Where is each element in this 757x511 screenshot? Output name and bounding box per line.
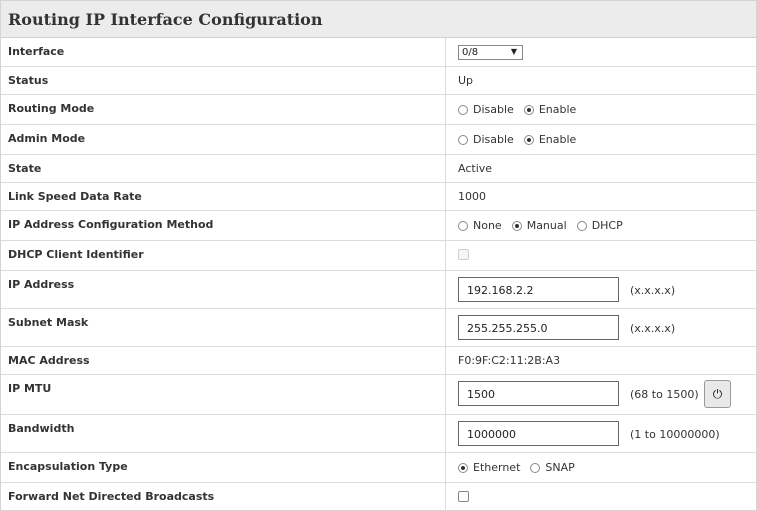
encapsulation-snap-radio[interactable]: SNAP [530,461,575,474]
radio-circle-icon[interactable] [458,134,468,145]
power-icon: ⏻ [712,386,723,401]
status-label: Status [8,74,49,87]
routing-mode-value-cell: Disable Enable [445,95,756,124]
radio-circle-icon[interactable] [458,104,468,115]
radio-label: Enable [538,133,577,146]
bandwidth-label: Bandwidth [8,422,75,435]
radio-circle-icon[interactable] [576,220,587,231]
bandwidth-value-cell: 1000000 (1 to 10000000) [445,415,756,452]
encapsulation-value-cell: Ethernet SNAP [445,453,756,482]
admin-mode-disable-radio[interactable]: Disable [458,133,514,146]
ip-mtu-value-cell: 1500 (68 to 1500) ⏻ [445,375,756,414]
row-encapsulation: Encapsulation Type Ethernet SNAP [1,453,756,483]
routing-mode-enable-radio[interactable]: Enable [523,103,577,116]
dhcp-client-id-checkbox[interactable] [458,249,469,260]
state-label: State [8,162,42,175]
admin-mode-label: Admin Mode [8,132,86,145]
link-speed-value: 1000 [458,190,486,203]
state-value-cell: Active [445,155,756,182]
radio-circle-icon[interactable] [530,462,541,473]
status-value: Up [458,74,474,87]
row-ip-method: IP Address Configuration Method None Man… [1,211,756,241]
subnet-mask-value-cell: 255.255.255.0 (x.x.x.x) [445,309,756,346]
bandwidth-hint: (1 to 10000000) [630,428,720,441]
encapsulation-label: Encapsulation Type [8,460,128,473]
ip-address-label: IP Address [8,278,75,291]
forward-broadcasts-label: Forward Net Directed Broadcasts [8,490,215,503]
ip-mtu-input-value: 1500 [467,388,495,401]
subnet-mask-label: Subnet Mask [8,316,89,329]
ip-mtu-input[interactable]: 1500 [458,381,619,406]
row-ip-address: IP Address 192.168.2.2 (x.x.x.x) [1,271,756,309]
interface-select-value: 0/8 [462,47,479,58]
radio-label: Disable [473,103,514,116]
mac-address-value-cell: F0:9F:C2:11:2B:A3 [445,347,756,374]
ip-mtu-hint: (68 to 1500) [630,388,699,401]
row-forward-broadcasts: Forward Net Directed Broadcasts [1,483,756,511]
dhcp-client-id-label: DHCP Client Identifier [8,248,144,261]
admin-mode-enable-radio[interactable]: Enable [523,133,577,146]
dhcp-client-id-value-cell [445,241,756,270]
ip-address-input[interactable]: 192.168.2.2 [458,277,619,302]
row-interface: Interface 0/8 ▼ [1,38,756,67]
radio-label: Manual [526,219,567,232]
page-header: Routing IP Interface Configuration [1,1,756,38]
radio-label: Disable [473,133,514,146]
radio-label: Ethernet [473,461,521,474]
ip-method-dhcp-radio[interactable]: DHCP [576,219,623,232]
radio-label: Enable [538,103,577,116]
link-speed-value-cell: 1000 [445,183,756,210]
row-bandwidth: Bandwidth 1000000 (1 to 10000000) [1,415,756,453]
interface-label: Interface [8,45,65,58]
routing-mode-disable-radio[interactable]: Disable [458,103,514,116]
ip-method-none-radio[interactable]: None [458,219,502,232]
ip-mtu-label: IP MTU [8,382,52,395]
interface-select[interactable]: 0/8 ▼ [458,45,523,60]
radio-selected-icon[interactable] [458,462,468,473]
link-speed-label: Link Speed Data Rate [8,190,142,203]
mac-address-value: F0:9F:C2:11:2B:A3 [458,354,561,367]
bandwidth-input-value: 1000000 [467,428,516,441]
config-panel: Routing IP Interface Configuration Inter… [0,0,757,511]
row-link-speed: Link Speed Data Rate 1000 [1,183,756,211]
subnet-mask-input-value: 255.255.255.0 [467,322,548,335]
forward-broadcasts-checkbox[interactable] [458,491,469,502]
row-mac-address: MAC Address F0:9F:C2:11:2B:A3 [1,347,756,375]
state-value: Active [458,162,493,175]
ip-method-value-cell: None Manual DHCP [445,211,756,240]
radio-label: SNAP [545,461,575,474]
routing-mode-label: Routing Mode [8,102,95,115]
mac-address-label: MAC Address [8,354,90,367]
row-ip-mtu: IP MTU 1500 (68 to 1500) ⏻ [1,375,756,415]
subnet-mask-input[interactable]: 255.255.255.0 [458,315,619,340]
radio-selected-icon[interactable] [523,134,534,145]
ip-method-manual-radio[interactable]: Manual [511,219,567,232]
row-routing-mode: Routing Mode Disable Enable [1,95,756,125]
encapsulation-ethernet-radio[interactable]: Ethernet [458,461,520,474]
row-status: Status Up [1,67,756,95]
row-subnet-mask: Subnet Mask 255.255.255.0 (x.x.x.x) [1,309,756,347]
ip-mtu-reset-button[interactable]: ⏻ [704,380,731,408]
bandwidth-input[interactable]: 1000000 [458,421,619,446]
interface-value-cell: 0/8 ▼ [445,38,756,66]
page-title: Routing IP Interface Configuration [8,9,323,29]
row-state: State Active [1,155,756,183]
radio-selected-icon[interactable] [511,220,522,231]
ip-method-label: IP Address Configuration Method [8,218,214,231]
row-admin-mode: Admin Mode Disable Enable [1,125,756,155]
ip-address-hint: (x.x.x.x) [630,284,676,297]
status-value-cell: Up [445,67,756,94]
dropdown-arrow-icon: ▼ [510,47,517,56]
subnet-mask-hint: (x.x.x.x) [630,322,676,335]
forward-broadcasts-value-cell [445,483,756,511]
ip-address-input-value: 192.168.2.2 [467,284,534,297]
ip-address-value-cell: 192.168.2.2 (x.x.x.x) [445,271,756,308]
radio-selected-icon[interactable] [523,104,534,115]
radio-circle-icon[interactable] [458,220,468,231]
radio-label: None [473,219,502,232]
admin-mode-value-cell: Disable Enable [445,125,756,154]
row-dhcp-client-id: DHCP Client Identifier [1,241,756,271]
radio-label: DHCP [591,219,623,232]
